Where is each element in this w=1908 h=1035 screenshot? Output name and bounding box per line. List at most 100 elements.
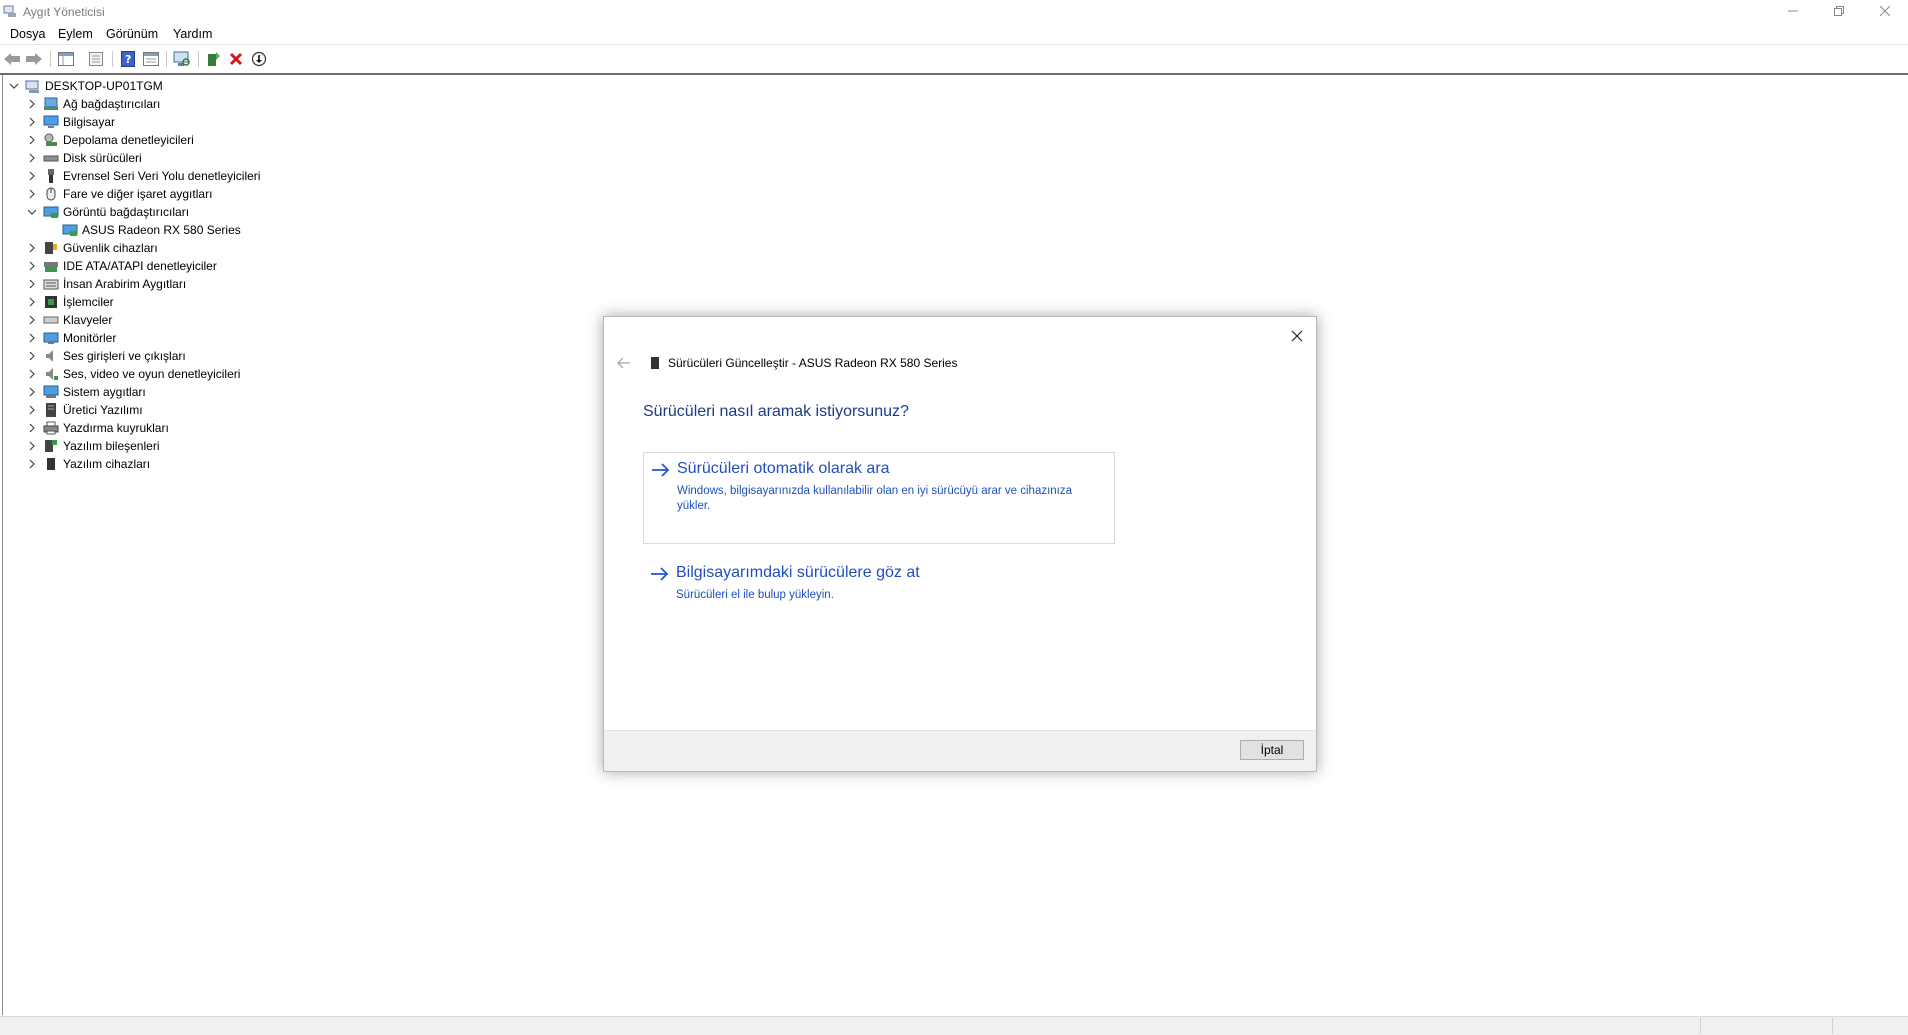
menu-help[interactable]: Yardım [171, 26, 214, 42]
browse-my-computer-option[interactable]: Bilgisayarımdaki sürücülere göz at Sürüc… [643, 557, 1113, 607]
help-button[interactable]: ? [118, 49, 138, 69]
tree-item-label: Bilgisayar [63, 115, 116, 129]
tree-item-label: ASUS Radeon RX 580 Series [82, 223, 241, 237]
restore-button[interactable] [1816, 0, 1862, 22]
collapsed-chevron-icon[interactable] [27, 171, 37, 181]
collapsed-chevron-icon[interactable] [27, 315, 37, 325]
monitor-icon [43, 330, 59, 346]
forward-button[interactable] [24, 49, 44, 69]
tree-item-audio-io[interactable]: Ses girişleri ve çıkışları [27, 347, 186, 365]
collapsed-chevron-icon[interactable] [27, 459, 37, 469]
option-title: Sürücüleri otomatik olarak ara [677, 460, 890, 477]
status-bar [0, 1016, 1908, 1035]
tree-item-monitors[interactable]: Monitörler [27, 329, 116, 347]
tree-item-network-adapters[interactable]: Ağ bağdaştırıcıları [27, 95, 160, 113]
close-window-button[interactable] [1862, 0, 1908, 22]
tree-item-security-devices[interactable]: Güvenlik cihazları [27, 239, 158, 257]
collapsed-chevron-icon[interactable] [27, 261, 37, 271]
hid-icon [43, 276, 59, 292]
minimize-button[interactable] [1770, 0, 1816, 22]
tree-item-label: Klavyeler [63, 313, 113, 327]
tree-item-storage-controllers[interactable]: Depolama denetleyicileri [27, 131, 194, 149]
search-drivers-automatically-option[interactable]: Sürücüleri otomatik olarak ara Windows, … [643, 452, 1115, 544]
tree-item-mice[interactable]: Fare ve diğer işaret aygıtları [27, 185, 212, 203]
tree-item-software-devices[interactable]: Yazılım cihazları [27, 455, 150, 473]
dialog-question: Sürücüleri nasıl aramak istiyorsunuz? [643, 403, 909, 420]
collapsed-chevron-icon[interactable] [27, 135, 37, 145]
tree-item-usb-controllers[interactable]: Evrensel Seri Veri Yolu denetleyicileri [27, 167, 260, 185]
dialog-header: Sürücüleri Güncelleştir - ASUS Radeon RX… [614, 353, 957, 373]
dialog-footer: İptal [604, 730, 1316, 771]
back-button[interactable] [2, 49, 22, 69]
tree-item-hid[interactable]: İnsan Arabirim Aygıtları [27, 275, 186, 293]
collapsed-chevron-icon[interactable] [27, 153, 37, 163]
tree-item-software-components[interactable]: Yazılım bileşenleri [27, 437, 159, 455]
update-driver-button[interactable] [249, 49, 269, 69]
tree-item-label: Ses, video ve oyun denetleyicileri [63, 367, 241, 381]
menu-view[interactable]: Görünüm [104, 26, 160, 42]
tree-item-label: Üretici Yazılımı [63, 403, 143, 417]
collapsed-chevron-icon[interactable] [27, 333, 37, 343]
scan-hardware-button[interactable] [172, 49, 192, 69]
tree-item-label: Ağ bağdaştırıcıları [63, 97, 161, 111]
menu-bar: Dosya Eylem Görünüm Yardım [0, 24, 1908, 45]
option-description: Windows, bilgisayarınızda kullanılabilir… [677, 485, 1073, 512]
display-adapter-icon [62, 222, 78, 238]
status-segment [1700, 1018, 1701, 1034]
enable-device-button[interactable] [204, 49, 224, 69]
tree-item-display-adapters[interactable]: Görüntü bağdaştırıcıları [27, 203, 189, 221]
collapsed-chevron-icon[interactable] [27, 441, 37, 451]
help-icon: ? [121, 51, 135, 67]
enable-device-icon [208, 52, 220, 66]
properties-view-button[interactable] [56, 49, 76, 69]
collapsed-chevron-icon[interactable] [27, 243, 37, 253]
collapsed-chevron-icon[interactable] [27, 297, 37, 307]
expanded-chevron-icon[interactable] [9, 81, 19, 91]
view-list-button[interactable] [141, 49, 161, 69]
collapsed-chevron-icon[interactable] [27, 423, 37, 433]
tree-root[interactable]: DESKTOP-UP01TGM [9, 77, 163, 95]
collapsed-chevron-icon[interactable] [27, 387, 37, 397]
tree-item-system-devices[interactable]: Sistem aygıtları [27, 383, 146, 401]
display-adapter-icon [43, 204, 59, 220]
title-bar: Aygıt Yöneticisi [0, 0, 1908, 24]
dialog-back-button[interactable] [614, 353, 634, 373]
uninstall-device-button[interactable] [226, 49, 246, 69]
tree-item-processors[interactable]: İşlemciler [27, 293, 114, 311]
tree-item-computer[interactable]: Bilgisayar [27, 113, 115, 131]
usb-icon [43, 168, 59, 184]
tree-item-firmware[interactable]: Üretici Yazılımı [27, 401, 143, 419]
collapsed-chevron-icon[interactable] [27, 117, 37, 127]
tree-item-print-queues[interactable]: Yazdırma kuyrukları [27, 419, 169, 437]
menu-file[interactable]: Dosya [8, 26, 47, 42]
mouse-icon [43, 186, 59, 202]
collapsed-chevron-icon[interactable] [27, 99, 37, 109]
toolbar-separator [112, 51, 113, 67]
tree-item-ide-controllers[interactable]: IDE ATA/ATAPI denetleyiciler [27, 257, 217, 275]
collapsed-chevron-icon[interactable] [27, 369, 37, 379]
tree-item-label: Fare ve diğer işaret aygıtları [63, 187, 213, 201]
menu-action[interactable]: Eylem [56, 26, 95, 42]
dialog-close-button[interactable] [1282, 321, 1312, 351]
collapsed-chevron-icon[interactable] [27, 351, 37, 361]
computer-root-icon [25, 78, 41, 94]
tree-item-sound-video-game[interactable]: Ses, video ve oyun denetleyicileri [27, 365, 240, 383]
tree-item-label: Evrensel Seri Veri Yolu denetleyicileri [63, 169, 261, 183]
show-hide-console-tree-button[interactable] [86, 49, 106, 69]
expanded-chevron-icon[interactable] [27, 207, 37, 217]
software-component-icon [43, 438, 59, 454]
cancel-button[interactable]: İptal [1240, 740, 1304, 760]
collapsed-chevron-icon[interactable] [27, 279, 37, 289]
tree-item-keyboards[interactable]: Klavyeler [27, 311, 112, 329]
window-title: Aygıt Yöneticisi [23, 5, 105, 19]
right-arrow-icon [651, 567, 669, 581]
tree-item-disk-drives[interactable]: Disk sürücüleri [27, 149, 142, 167]
dialog-title: Sürücüleri Güncelleştir - ASUS Radeon RX… [668, 356, 958, 370]
collapsed-chevron-icon[interactable] [27, 405, 37, 415]
security-device-icon [43, 240, 59, 256]
collapsed-chevron-icon[interactable] [27, 189, 37, 199]
ide-controller-icon [43, 258, 59, 274]
tree-item-asus-radeon[interactable]: ASUS Radeon RX 580 Series [62, 221, 241, 239]
storage-controller-icon [43, 132, 59, 148]
option-title: Bilgisayarımdaki sürücülere göz at [676, 564, 920, 581]
